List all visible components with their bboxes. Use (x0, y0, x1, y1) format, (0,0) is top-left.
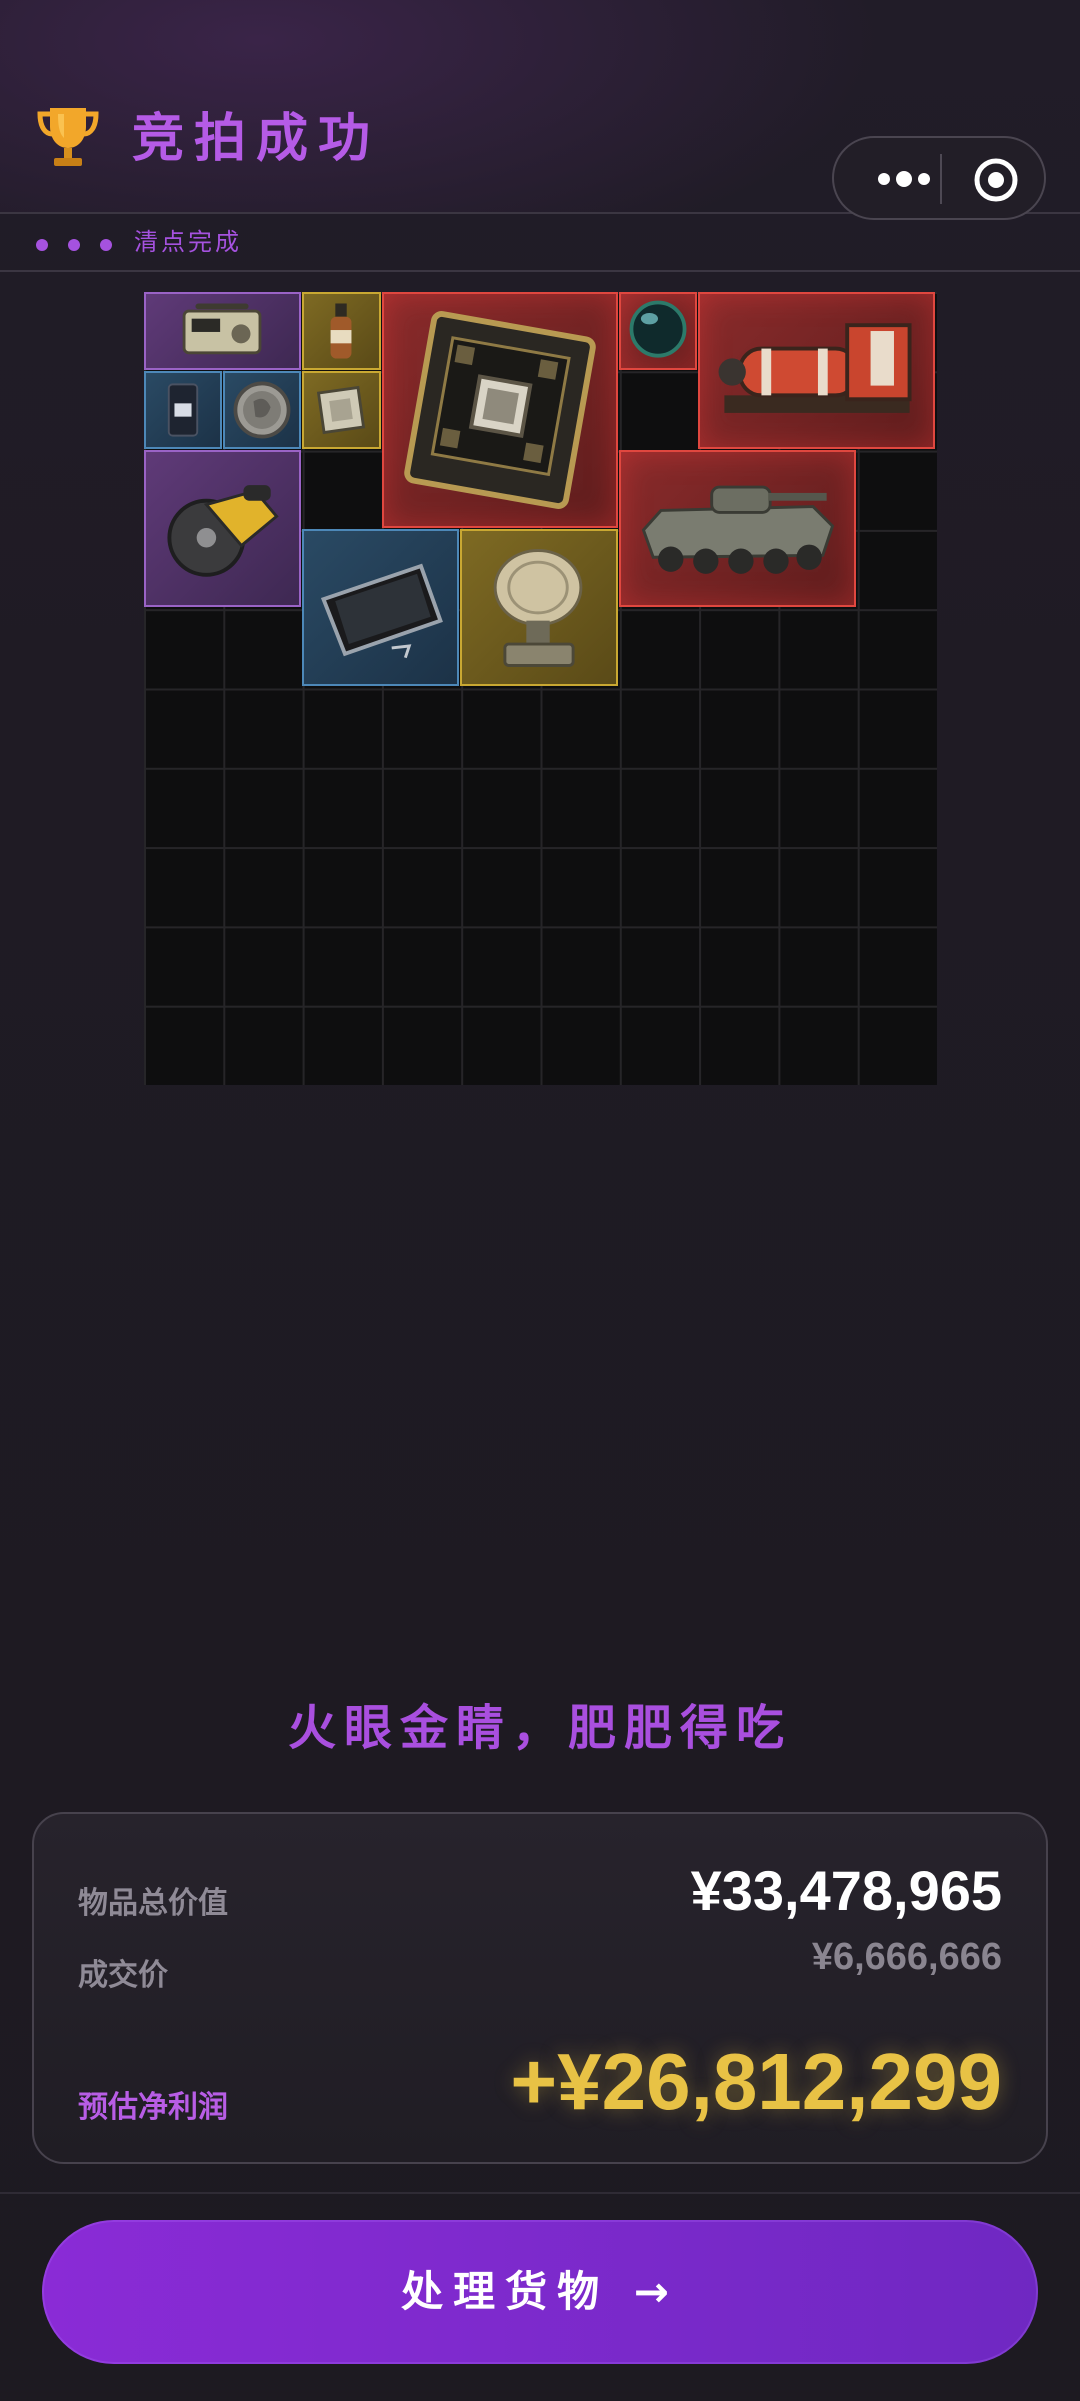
cpu-chip-icon (316, 385, 366, 435)
net-profit-amount: +¥26,812,299 (510, 2037, 1002, 2126)
circular-saw-icon (167, 485, 279, 577)
total-value-label: 物品总价值 (78, 1886, 228, 1921)
capsule-divider (940, 154, 942, 204)
orb-icon (629, 300, 687, 358)
close-miniprogram-icon[interactable] (972, 156, 1020, 204)
item-coffee-bag[interactable] (144, 371, 222, 449)
coffee-bag-icon (167, 383, 199, 437)
circuit-board-icon (404, 311, 596, 509)
header: 竞拍成功 (0, 0, 1080, 220)
item-bottle[interactable] (302, 292, 381, 370)
item-cpu-chip[interactable] (302, 371, 381, 449)
item-radar-dish[interactable] (460, 529, 618, 686)
total-value-amount: ¥33,478,965 (690, 1859, 1002, 1922)
net-profit-label: 预估净利润 (78, 2090, 228, 2125)
item-orb[interactable] (619, 292, 697, 370)
item-coin[interactable] (223, 371, 301, 449)
footer-divider (0, 2192, 1080, 2194)
tablet-icon (320, 563, 443, 659)
armored-vehicle-icon (641, 485, 835, 574)
fuel-generator-icon (718, 323, 912, 413)
item-circular-saw[interactable] (144, 450, 301, 607)
status-bar: 清点完成 (0, 214, 1080, 272)
item-fuel-generator[interactable] (698, 292, 935, 449)
deal-price-amount: ¥6,666,666 (811, 1936, 1002, 1978)
radio-icon (182, 303, 262, 355)
item-circuit-board[interactable] (382, 292, 618, 528)
deal-price-label: 成交价 (78, 1958, 168, 1993)
bottle-icon (330, 303, 352, 359)
inventory-grid (144, 292, 937, 1085)
slogan: 火眼金睛，肥肥得吃 (287, 1700, 792, 1756)
radar-dish-icon (493, 549, 583, 667)
trophy-icon (37, 108, 99, 166)
status-text: 清点完成 (134, 228, 242, 256)
page-title: 竞拍成功 (132, 109, 381, 169)
mini-program-capsule (832, 136, 1046, 220)
more-icon[interactable] (872, 164, 942, 194)
item-armored-vehicle[interactable] (619, 450, 856, 607)
coin-icon (233, 381, 291, 439)
item-radio[interactable] (144, 292, 301, 370)
process-goods-button[interactable]: 处理货物 → (42, 2220, 1038, 2364)
profit-summary-card: 物品总价值 ¥33,478,965 成交价 ¥6,666,666 预估净利润 +… (32, 1812, 1048, 2164)
status-dots (36, 236, 132, 255)
item-tablet[interactable] (302, 529, 459, 686)
